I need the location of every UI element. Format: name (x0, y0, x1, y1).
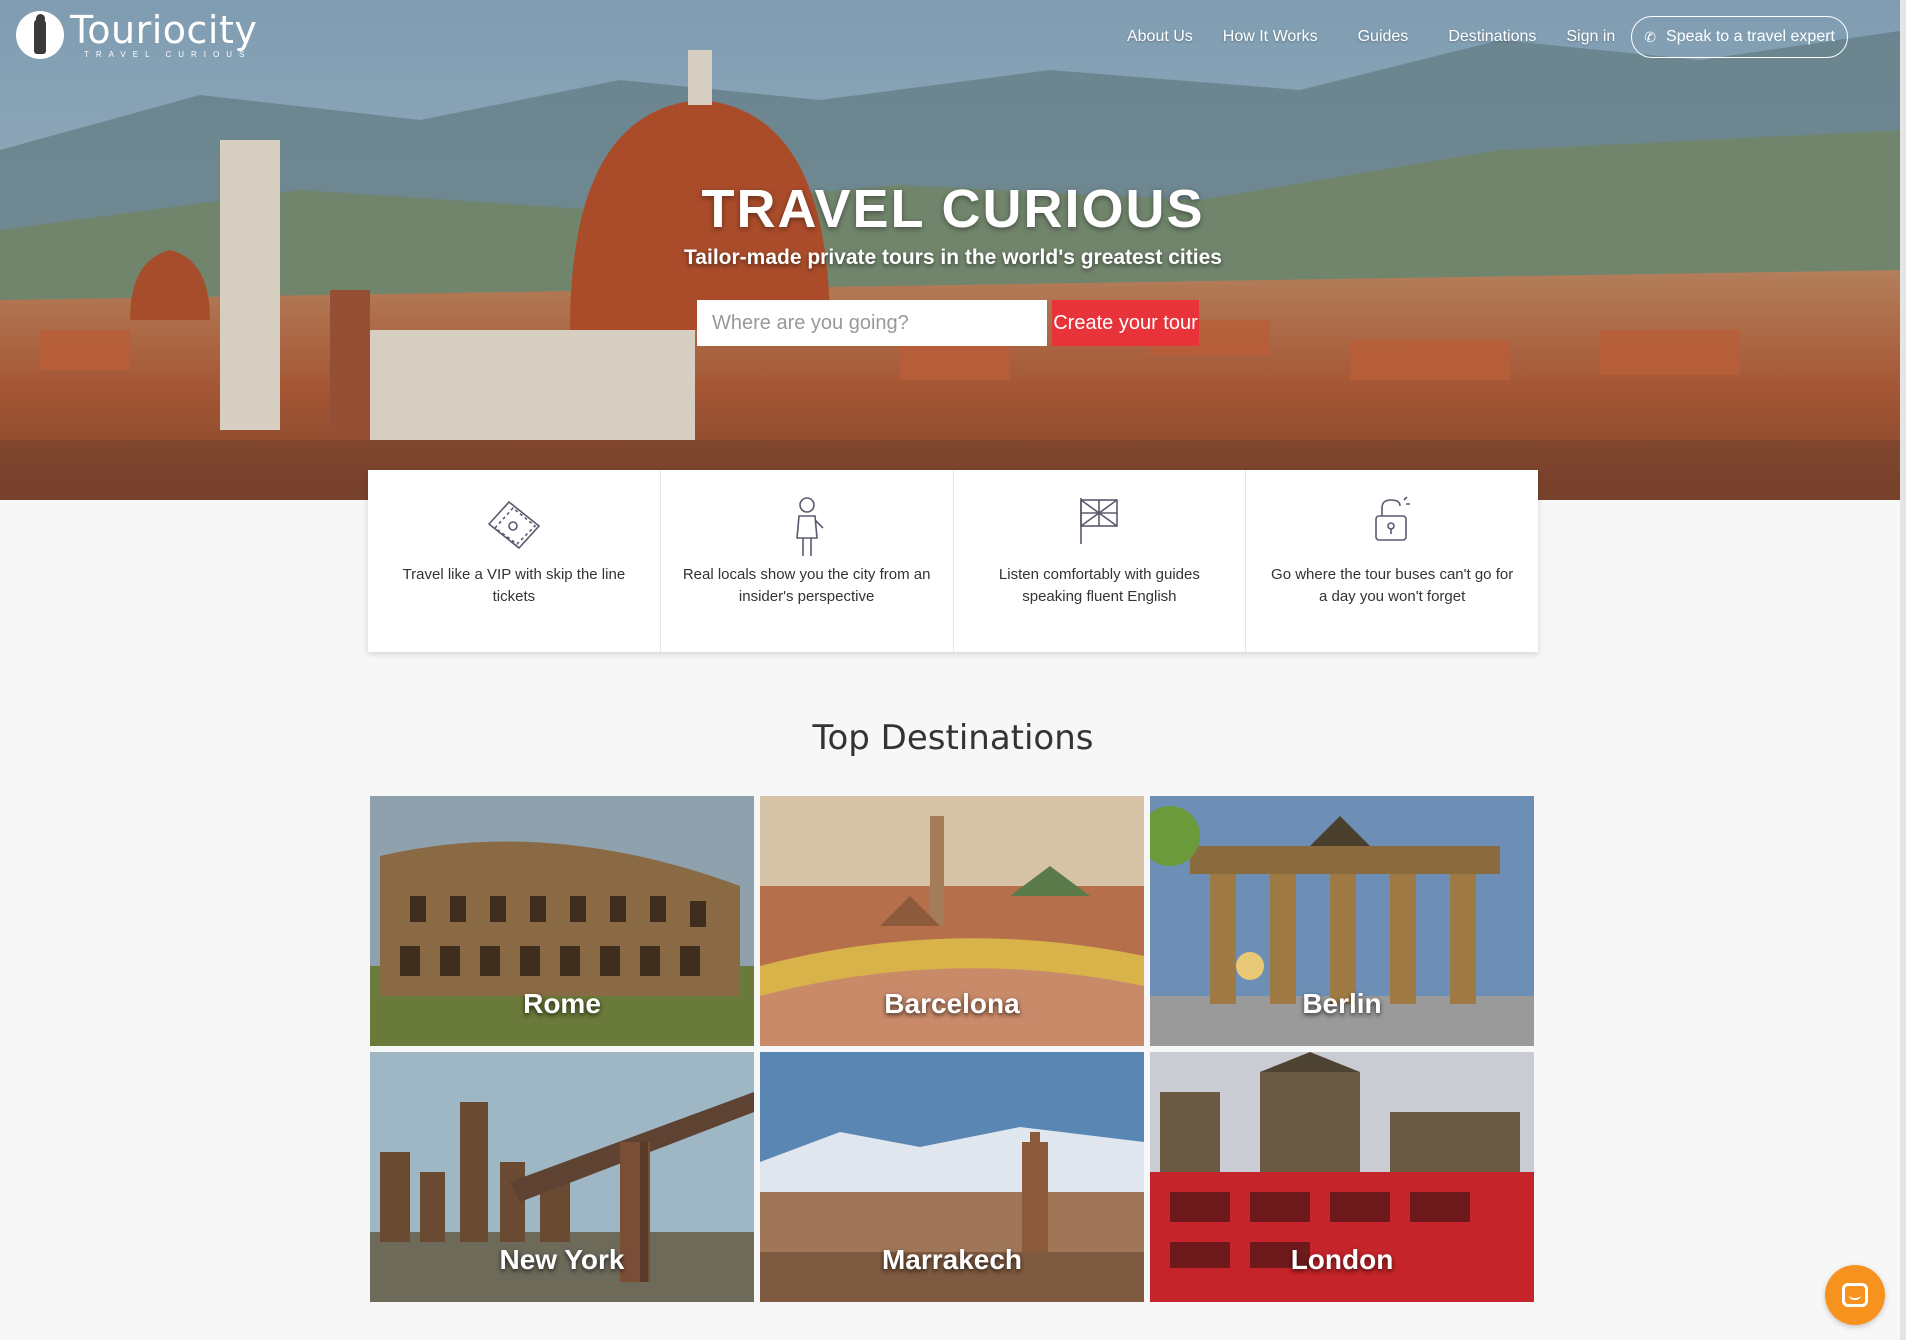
unlock-icon (1375, 496, 1411, 541)
feature-text: Real locals show you the city from an in… (682, 566, 931, 605)
phone-icon: ✆ (1644, 28, 1657, 45)
nav-links: About Us How It Works Guides Destination… (1127, 16, 1848, 58)
feature-text: Travel like a VIP with skip the line tic… (402, 566, 626, 605)
features-panel: Travel like a VIP with skip the line tic… (368, 470, 1538, 652)
nav-how-it-works[interactable]: How It Works (1223, 17, 1318, 57)
destination-tile-rome[interactable]: Rome (370, 796, 754, 1046)
brand-name: Touriocity (70, 8, 258, 52)
search-form: Create your tour (697, 300, 1199, 346)
feature-text: Go where the tour buses can't go for a d… (1271, 566, 1514, 605)
destination-label: New York (499, 1244, 625, 1275)
top-destinations-heading: Top Destinations (812, 718, 1094, 758)
destination-label: Barcelona (884, 988, 1020, 1019)
nav-destinations[interactable]: Destinations (1448, 17, 1536, 57)
hero-subtitle: Tailor-made private tours in the world's… (684, 246, 1222, 269)
destination-tile-berlin[interactable]: Berlin (1150, 796, 1534, 1046)
destination-tile-barcelona[interactable]: Barcelona (760, 796, 1144, 1046)
brand-logo[interactable]: Touriocity TRAVEL CURIOUS (16, 11, 257, 59)
hero-title: TRAVEL CURIOUS (701, 179, 1205, 239)
feature-item: Listen comfortably with guides speaking … (954, 470, 1247, 652)
top-navigation: Touriocity TRAVEL CURIOUS About Us How I… (0, 0, 1906, 72)
destination-label: Rome (523, 988, 601, 1019)
nav-about-us[interactable]: About Us (1127, 17, 1193, 57)
feature-item: Travel like a VIP with skip the line tic… (368, 470, 661, 652)
feature-item: Go where the tour buses can't go for a d… (1246, 470, 1538, 652)
speak-to-expert-button[interactable]: ✆ Speak to a travel expert (1631, 16, 1848, 58)
logo-icon (16, 11, 64, 59)
page-scrollbar[interactable] (1900, 0, 1906, 1340)
destination-label: Marrakech (881, 1244, 1023, 1275)
feature-text: Listen comfortably with guides speaking … (998, 566, 1200, 605)
destination-label: Berlin (1302, 988, 1382, 1019)
destination-tile-new-york[interactable]: New York (370, 1052, 754, 1302)
brand-tagline: TRAVEL CURIOUS (84, 50, 252, 59)
chat-icon (1842, 1283, 1868, 1307)
uk-flag-icon (1080, 498, 1119, 544)
chat-launcher-button[interactable] (1825, 1265, 1885, 1325)
nav-guides[interactable]: Guides (1358, 17, 1409, 57)
destination-label: London (1290, 1244, 1394, 1275)
create-tour-button[interactable]: Create your tour (1052, 300, 1199, 346)
ticket-icon (487, 500, 541, 550)
destination-search-input[interactable] (697, 300, 1047, 346)
destination-tile-london[interactable]: London (1150, 1052, 1534, 1302)
nav-sign-in[interactable]: Sign in (1566, 17, 1615, 57)
destination-tile-marrakech[interactable]: Marrakech (760, 1052, 1144, 1302)
speak-to-expert-label: Speak to a travel expert (1666, 28, 1835, 45)
destinations-grid: Rome Barcelona Berlin New York Marrakech… (370, 796, 1540, 1302)
local-guide-icon (795, 497, 824, 556)
feature-item: Real locals show you the city from an in… (661, 470, 954, 652)
